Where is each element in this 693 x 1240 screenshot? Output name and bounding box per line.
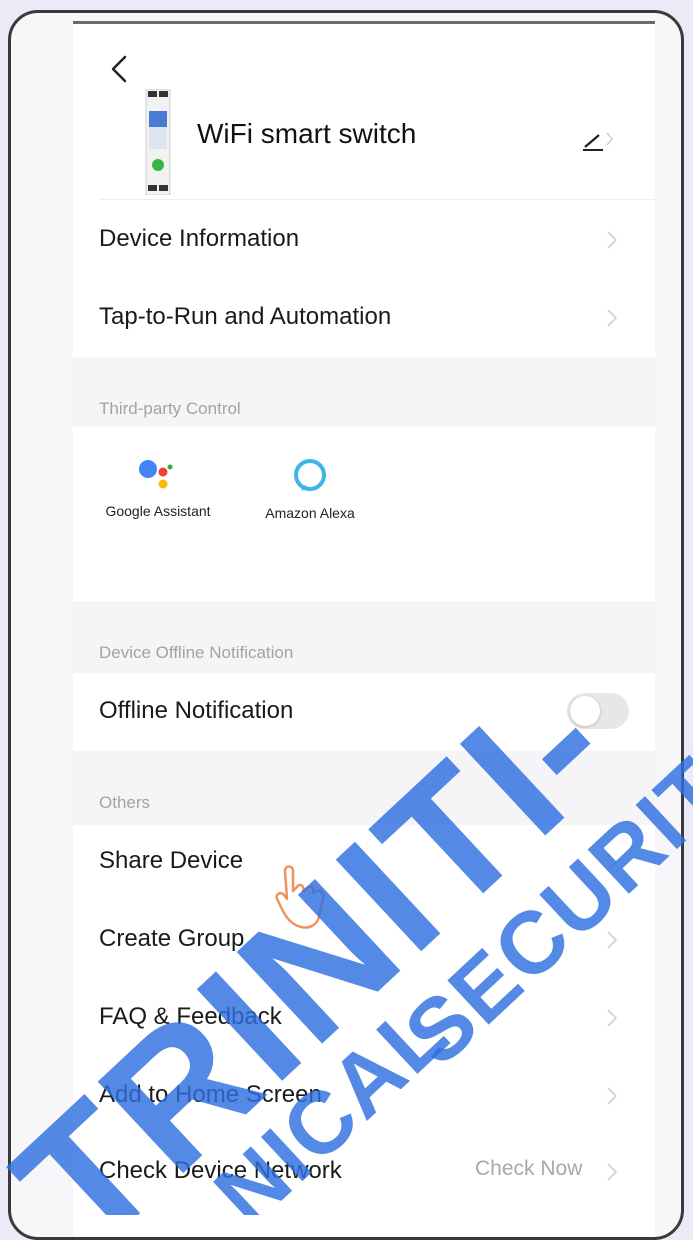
pointer-hand-icon	[275, 865, 325, 929]
google-assistant-icon	[139, 460, 173, 489]
divider	[99, 199, 655, 200]
chevron-right-icon	[607, 853, 618, 871]
third-party-header: Third-party Control	[99, 399, 241, 418]
device-thumbnail	[145, 89, 171, 195]
offline-notification-toggle[interactable]	[567, 693, 629, 729]
check-now-value: Check Now	[475, 1157, 583, 1180]
chevron-right-icon	[607, 1163, 618, 1181]
row-label: FAQ & Feedback	[99, 1003, 282, 1030]
amazon-alexa-item[interactable]: Amazon Alexa	[245, 453, 375, 521]
chevron-right-icon	[607, 931, 618, 949]
add-to-home-screen-row[interactable]: Add to Home Screen	[73, 1057, 655, 1135]
google-assistant-item[interactable]: Google Assistant	[93, 453, 223, 519]
top-divider	[73, 21, 655, 24]
chevron-right-icon	[607, 1009, 618, 1027]
phone-frame: WiFi smart switch Device Information Tap…	[8, 10, 684, 1240]
row-label: Offline Notification	[99, 697, 294, 724]
edit-icon[interactable]	[579, 125, 613, 155]
section-gap	[73, 751, 655, 825]
others-header: Others	[99, 793, 151, 812]
amazon-alexa-label: Amazon Alexa	[265, 505, 355, 521]
row-label: Add to Home Screen	[99, 1081, 322, 1108]
settings-screen: WiFi smart switch Device Information Tap…	[73, 21, 655, 1237]
tap-to-run-row[interactable]: Tap-to-Run and Automation	[73, 279, 655, 357]
chevron-right-icon	[607, 1087, 618, 1105]
chevron-right-icon	[607, 231, 618, 249]
create-group-row[interactable]: Create Group	[73, 901, 655, 979]
row-label: Device Information	[99, 225, 300, 252]
faq-feedback-row[interactable]: FAQ & Feedback	[73, 979, 655, 1057]
back-icon[interactable]	[105, 51, 131, 87]
row-label: Check Device Network	[99, 1157, 342, 1184]
row-label: Share Device	[99, 847, 244, 874]
device-information-row[interactable]: Device Information	[73, 201, 655, 279]
share-device-row[interactable]: Share Device	[73, 823, 655, 901]
row-label: Tap-to-Run and Automation	[99, 303, 392, 330]
check-device-network-row[interactable]: Check Device Network Check Now	[73, 1133, 655, 1211]
chevron-right-icon	[607, 309, 618, 327]
google-assistant-label: Google Assistant	[105, 503, 211, 519]
amazon-alexa-icon	[294, 459, 326, 491]
device-name: WiFi smart switch	[197, 118, 417, 149]
offline-section-header: Device Offline Notification	[99, 643, 294, 662]
row-label: Create Group	[99, 925, 245, 952]
toggle-knob	[570, 696, 600, 726]
